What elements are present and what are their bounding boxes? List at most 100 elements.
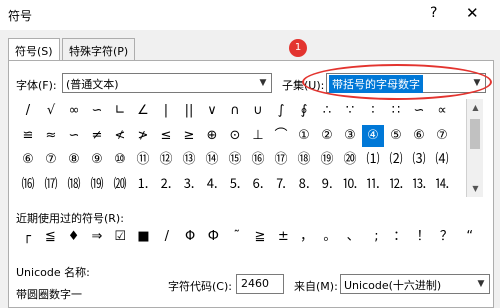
recent-symbol-cell[interactable]: ！ (412, 226, 435, 248)
symbol-cell[interactable]: ⑲ (316, 149, 338, 171)
symbol-cell[interactable]: ⑨ (86, 149, 108, 171)
symbol-cell[interactable]: ⌒ (270, 124, 292, 147)
symbol-cell[interactable]: ≥ (178, 124, 200, 147)
symbol-cell[interactable]: ⑫ (155, 149, 177, 171)
symbol-cell[interactable]: ∮ (293, 100, 315, 122)
recent-symbol-cell[interactable]: “ (458, 226, 481, 248)
symbol-cell[interactable]: ⊙ (224, 124, 246, 147)
recent-symbol-cell[interactable]: ■ (132, 226, 155, 248)
symbol-cell[interactable]: ⑩ (109, 149, 131, 171)
symbol-cell[interactable]: ∶ (362, 100, 384, 122)
symbol-cell[interactable]: ② (316, 124, 338, 147)
symbol-cell[interactable]: ∟ (109, 100, 131, 122)
symbol-cell[interactable]: ⒐ (316, 173, 338, 196)
symbol-cell[interactable]: ≯ (132, 124, 154, 147)
recent-symbol-cell[interactable]: ， (295, 226, 318, 248)
symbol-cell[interactable]: ∨ (201, 100, 223, 122)
help-button[interactable]: ? (430, 5, 437, 21)
scroll-down-icon[interactable]: ▼ (467, 180, 484, 197)
recent-symbol-cell[interactable]: ⇒ (85, 226, 108, 248)
symbol-cell[interactable]: ⑵ (385, 149, 407, 171)
symbol-cell[interactable]: ⒌ (224, 173, 246, 196)
symbol-cell[interactable]: ⒔ (408, 173, 430, 196)
symbol-cell[interactable]: ∝ (431, 100, 453, 122)
symbol-cell[interactable]: ⒒ (362, 173, 384, 196)
font-select[interactable]: (普通文本) ▼ (62, 73, 272, 93)
symbol-cell[interactable]: ≠ (86, 124, 108, 147)
symbol-cell[interactable]: ∷ (385, 100, 407, 122)
symbol-cell[interactable]: ≮ (109, 124, 131, 147)
symbol-cell[interactable]: ⒅ (63, 173, 85, 196)
symbol-cell[interactable]: ∞ (63, 100, 85, 122)
symbol-cell[interactable]: ⑷ (431, 149, 453, 171)
symbol-cell[interactable]: ⒋ (201, 173, 223, 196)
symbol-cell[interactable]: ∵ (339, 100, 361, 122)
symbol-cell[interactable]: ⑧ (63, 149, 85, 171)
symbol-cell[interactable]: ⊕ (201, 124, 223, 147)
symbol-cell[interactable]: ⑮ (224, 149, 246, 171)
symbol-cell[interactable]: ⒄ (40, 173, 62, 196)
symbol-grid-scrollbar[interactable]: ▲ ▼ (466, 99, 483, 197)
symbol-cell[interactable]: ⑱ (293, 149, 315, 171)
symbol-cell[interactable]: ≌ (17, 124, 39, 147)
symbol-cell[interactable]: ≈ (40, 124, 62, 147)
symbol-cell[interactable]: ⒍ (247, 173, 269, 196)
recent-symbol-cell[interactable]: ： (388, 226, 411, 248)
tab-symbols[interactable]: 符号(S) (8, 38, 60, 62)
symbol-cell[interactable]: ∽ (63, 124, 85, 147)
symbol-cell[interactable]: ⒓ (385, 173, 407, 196)
recent-symbol-cell[interactable]: ☑ (109, 226, 132, 248)
symbol-cell[interactable]: ⒉ (155, 173, 177, 196)
recent-symbol-cell[interactable]: ≧ (249, 226, 271, 248)
symbol-cell[interactable]: ⑦ (40, 149, 62, 171)
symbol-cell[interactable]: ⑰ (270, 149, 292, 171)
symbol-cell[interactable]: ⑭ (201, 149, 223, 171)
symbol-cell[interactable]: ⒇ (109, 173, 131, 196)
symbol-cell[interactable]: ∠ (132, 100, 154, 122)
symbol-cell[interactable]: ⑯ (247, 149, 269, 171)
scroll-thumb[interactable] (470, 119, 480, 149)
symbol-cell[interactable]: ⑦ (431, 124, 453, 147)
recent-symbol-cell[interactable]: ♦ (62, 226, 85, 248)
symbol-cell[interactable]: ⑥ (408, 124, 430, 147)
symbol-cell[interactable]: ⑬ (178, 149, 200, 171)
recent-symbol-cell[interactable]: ˜ (225, 226, 248, 248)
close-button[interactable]: ✕ (466, 4, 479, 22)
recent-symbol-cell[interactable]: ≦ (39, 226, 62, 248)
symbol-cell[interactable]: ⒈ (132, 173, 154, 196)
symbol-cell[interactable]: ⒊ (178, 173, 200, 196)
symbol-cell[interactable]: ∫ (270, 100, 292, 122)
recent-symbol-cell[interactable]: Ф (202, 226, 225, 248)
scroll-up-icon[interactable]: ▲ (467, 99, 484, 116)
symbol-cell[interactable]: ⒎ (270, 173, 292, 196)
recent-symbol-cell[interactable]: ± (272, 226, 295, 248)
symbol-cell[interactable]: | (155, 100, 177, 122)
recent-symbol-cell[interactable]: 。 (318, 226, 341, 248)
recent-symbol-cell[interactable]: 、 (342, 226, 365, 248)
symbol-cell[interactable]: ⒕ (431, 173, 453, 196)
symbol-cell[interactable]: ∽ (86, 100, 108, 122)
symbol-cell[interactable]: ∪ (247, 100, 269, 122)
symbol-cell[interactable]: ⒆ (86, 173, 108, 196)
symbol-cell[interactable]: ⒑ (339, 173, 361, 196)
symbol-cell[interactable]: ⑴ (362, 149, 384, 171)
tab-special-characters[interactable]: 特殊字符(P) (62, 38, 136, 61)
symbol-cell[interactable]: ④ (362, 124, 384, 147)
recent-symbol-cell[interactable]: ; (365, 226, 388, 248)
from-select[interactable]: Unicode(十六进制) ▼ (340, 274, 490, 294)
symbol-cell[interactable]: ⑥ (17, 149, 39, 171)
symbol-cell[interactable]: ③ (339, 124, 361, 147)
symbol-cell[interactable]: √ (40, 100, 62, 122)
symbol-cell[interactable]: ∴ (316, 100, 338, 122)
symbol-cell[interactable]: ⊥ (247, 124, 269, 147)
char-code-input[interactable]: 2460 (236, 274, 284, 294)
symbol-cell[interactable]: ⒃ (17, 173, 39, 196)
symbol-cell[interactable]: ⒏ (293, 173, 315, 196)
symbol-cell[interactable]: ∽ (408, 100, 430, 122)
symbol-cell[interactable]: ⑳ (339, 149, 361, 171)
symbol-cell[interactable]: / (17, 100, 39, 122)
recent-symbol-cell[interactable]: / (155, 226, 178, 248)
symbol-cell[interactable]: ⑶ (408, 149, 430, 171)
symbol-cell[interactable]: ⑪ (132, 149, 154, 171)
symbol-cell[interactable]: ≤ (155, 124, 177, 147)
